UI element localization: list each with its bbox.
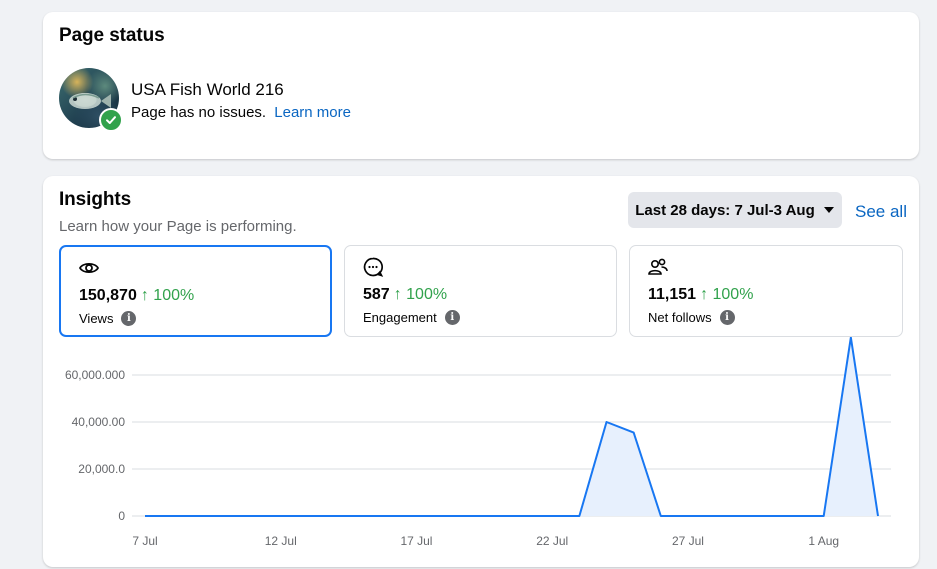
engagement-label: Engagement xyxy=(363,310,437,325)
insights-card: 0 20,000.0 40,000.00 60,000.000 7 Jul 12 Jul 1… xyxy=(43,176,919,567)
insights-subtitle: Learn how your Page is performing. xyxy=(59,218,297,235)
net-follows-value: 11,151 xyxy=(648,286,697,303)
page-status-text: Page has no issues. Learn more xyxy=(131,104,351,121)
x-tick-label: 27 Jul xyxy=(672,534,704,548)
x-tick-label: 1 Aug xyxy=(808,534,839,548)
views-change: ↑ 100% xyxy=(140,287,195,304)
x-tick-label: 22 Jul xyxy=(536,534,568,548)
engagement-value: 587 xyxy=(363,286,390,303)
y-tick-label: 0 xyxy=(118,509,125,523)
y-tick-label: 40,000.00 xyxy=(72,415,126,429)
info-icon[interactable]: i xyxy=(121,311,137,326)
see-all-link[interactable]: See all xyxy=(855,202,907,222)
status-message: Page has no issues. xyxy=(131,104,267,121)
views-area xyxy=(145,337,878,516)
verified-check-icon xyxy=(99,108,123,132)
metric-label: Views i xyxy=(79,311,137,326)
metric-value: 11,151 ↑ 100% xyxy=(648,286,753,304)
caret-down-icon xyxy=(823,207,834,213)
page-name[interactable]: USA Fish World 216 xyxy=(131,80,284,100)
x-tick-label: 7 Jul xyxy=(132,534,157,548)
views-line xyxy=(145,336,879,517)
net-follows-label: Net follows xyxy=(648,310,712,325)
metric-card-views[interactable]: 150,870 ↑ 100% Views i xyxy=(59,245,332,337)
y-tick-label: 20,000.0 xyxy=(78,462,125,476)
page-avatar[interactable] xyxy=(59,68,123,132)
learn-more-link[interactable]: Learn more xyxy=(274,104,351,121)
metric-value: 587 ↑ 100% xyxy=(363,286,447,304)
chat-bubble-icon xyxy=(363,257,384,277)
views-label: Views xyxy=(79,311,114,326)
metric-card-net-follows[interactable]: 11,151 ↑ 100% Net follows i xyxy=(629,245,903,337)
insights-title: Insights xyxy=(59,189,132,210)
page-status-card: Page status USA Fish World 216 Page has … xyxy=(43,12,919,159)
engagement-change: ↑ 100% xyxy=(393,286,448,303)
eye-icon xyxy=(78,262,100,274)
metric-value: 150,870 ↑ 100% xyxy=(79,287,194,305)
net-follows-change: ↑ 100% xyxy=(700,286,754,303)
metric-label: Engagement i xyxy=(363,310,460,325)
views-value: 150,870 xyxy=(79,287,137,304)
people-icon xyxy=(648,258,668,275)
page-status-title: Page status xyxy=(59,25,165,46)
date-range-dropdown[interactable]: Last 28 days: 7 Jul-3 Aug xyxy=(628,192,842,228)
y-tick-label: 60,000.000 xyxy=(65,368,125,382)
x-tick-label: 12 Jul xyxy=(265,534,297,548)
x-tick-label: 17 Jul xyxy=(400,534,432,548)
info-icon[interactable]: i xyxy=(444,310,460,325)
metric-card-engagement[interactable]: 587 ↑ 100% Engagement i xyxy=(344,245,617,337)
metric-label: Net follows i xyxy=(648,310,735,325)
info-icon[interactable]: i xyxy=(719,310,735,325)
date-range-label: Last 28 days: 7 Jul-3 Aug xyxy=(635,201,815,219)
